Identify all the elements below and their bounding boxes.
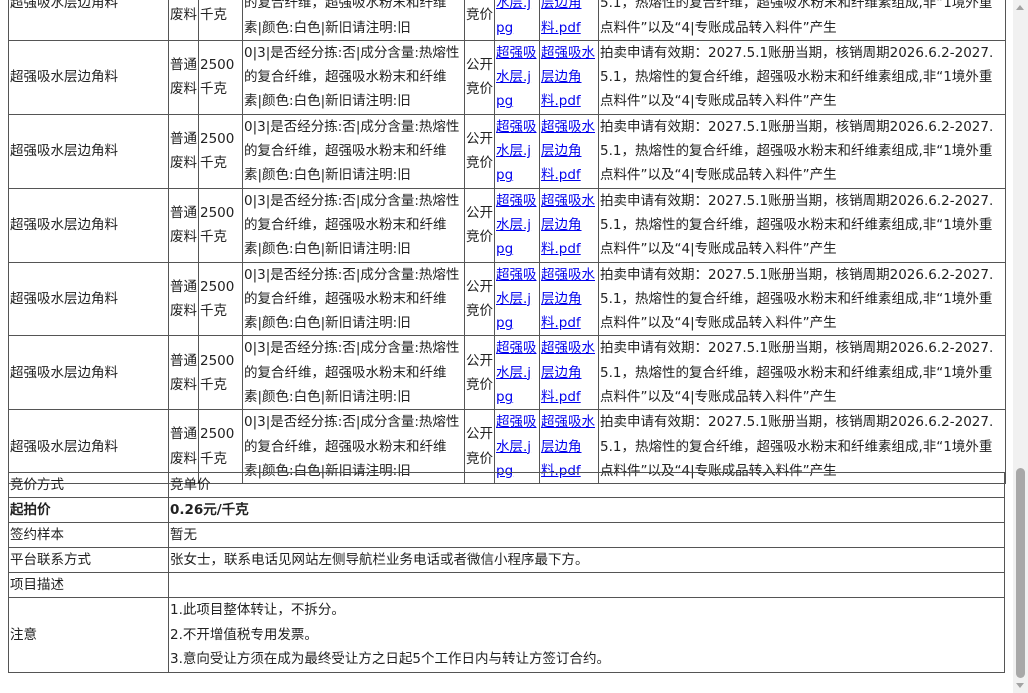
- platform-contact-row: 平台联系方式 张女士，联系电话见网站左侧导航栏业务电话或者微信小程序最下方。: [8, 547, 1005, 573]
- table-row: 超强吸水层边角料普通废料2500千克0|3|是否经分拣:否|成分含量:热熔性的复…: [8, 261, 1006, 337]
- item-quantity-cell: 2500千克: [198, 39, 243, 115]
- item-quantity-cell: 2500千克: [198, 0, 243, 41]
- item-quantity-cell: 2500千克: [198, 113, 243, 189]
- item-remark-cell: 拍卖申请有效期：2027.5.1账册当期，核销周期2026.6.2-2027.5…: [598, 0, 1006, 41]
- table-row: 超强吸水层边角料普通废料2500千克0|3|是否经分拣:否|成分含量:热熔性的复…: [8, 335, 1006, 411]
- items-table-body: 超强吸水层边角料普通废料2500千克0|3|是否经分拣:否|成分含量:热熔性的复…: [8, 0, 1006, 485]
- item-type-cell: 普通废料: [168, 335, 199, 411]
- item-type-cell: 普通废料: [168, 113, 199, 189]
- platform-contact-label: 平台联系方式: [8, 547, 169, 573]
- item-pdf-link[interactable]: 超强吸水层边角料.pdf: [541, 340, 595, 405]
- note-line-1: 1.此项目整体转让，不拆分。: [170, 602, 345, 618]
- item-method-cell: 公开竞价: [464, 187, 495, 263]
- item-image-cell: 超强吸水层.jpg: [494, 335, 540, 411]
- start-price-value: 0.26元/千克: [168, 497, 1005, 523]
- item-description-cell: 0|3|是否经分拣:否|成分含量:热熔性的复合纤维，超强吸水粉末和纤维素|颜色:…: [242, 113, 465, 189]
- notes-row: 注意 1.此项目整体转让，不拆分。 2.不开增值税专用发票。 3.意向受让方须在…: [8, 597, 1005, 673]
- table-row: 超强吸水层边角料普通废料2500千克0|3|是否经分拣:否|成分含量:热熔性的复…: [8, 113, 1006, 189]
- table-row: 超强吸水层边角料普通废料2500千克0|3|是否经分拣:否|成分含量:热熔性的复…: [8, 187, 1006, 263]
- item-description-cell: 0|3|是否经分拣:否|成分含量:热熔性的复合纤维，超强吸水粉末和纤维素|颜色:…: [242, 335, 465, 411]
- contract-sample-value: 暂无: [168, 522, 1005, 548]
- item-image-link[interactable]: 超强吸水层.jpg: [496, 45, 537, 110]
- item-image-cell: 超强吸水层.jpg: [494, 0, 540, 41]
- start-price-row: 起拍价 0.26元/千克: [8, 497, 1005, 523]
- project-description-label: 项目描述: [8, 572, 169, 598]
- item-pdf-cell: 超强吸水层边角料.pdf: [539, 335, 599, 411]
- item-pdf-cell: 超强吸水层边角料.pdf: [539, 187, 599, 263]
- item-pdf-link[interactable]: 超强吸水层边角料.pdf: [541, 267, 595, 332]
- project-description-row: 项目描述: [8, 572, 1005, 598]
- item-name-cell: 超强吸水层边角料: [8, 187, 169, 263]
- bid-method-row: 竞价方式 竞单价: [8, 472, 1005, 498]
- project-description-value: [168, 572, 1005, 598]
- item-image-link[interactable]: 超强吸水层.jpg: [496, 0, 537, 36]
- item-description-cell: 0|3|是否经分拣:否|成分含量:热熔性的复合纤维，超强吸水粉末和纤维素|颜色:…: [242, 0, 465, 41]
- item-method-cell: 公开竞价: [464, 261, 495, 337]
- item-pdf-link[interactable]: 超强吸水层边角料.pdf: [541, 45, 595, 110]
- scrollbar-thumb[interactable]: [1016, 468, 1025, 678]
- item-image-cell: 超强吸水层.jpg: [494, 261, 540, 337]
- item-type-cell: 普通废料: [168, 39, 199, 115]
- scroll-up-arrow-icon[interactable]: [1016, 5, 1024, 10]
- item-name-cell: 超强吸水层边角料: [8, 261, 169, 337]
- contract-sample-label: 签约样本: [8, 522, 169, 548]
- items-table: 超强吸水层边角料普通废料2500千克0|3|是否经分拣:否|成分含量:热熔性的复…: [8, 0, 1006, 485]
- item-image-link[interactable]: 超强吸水层.jpg: [496, 414, 537, 479]
- vertical-scrollbar[interactable]: [1013, 0, 1028, 693]
- item-pdf-cell: 超强吸水层边角料.pdf: [539, 0, 599, 41]
- item-pdf-cell: 超强吸水层边角料.pdf: [539, 261, 599, 337]
- item-description-cell: 0|3|是否经分拣:否|成分含量:热熔性的复合纤维，超强吸水粉末和纤维素|颜色:…: [242, 187, 465, 263]
- scroll-down-arrow-icon[interactable]: [1016, 683, 1024, 688]
- item-pdf-link[interactable]: 超强吸水层边角料.pdf: [541, 414, 595, 479]
- item-method-cell: 公开竞价: [464, 113, 495, 189]
- item-image-cell: 超强吸水层.jpg: [494, 39, 540, 115]
- item-description-cell: 0|3|是否经分拣:否|成分含量:热熔性的复合纤维，超强吸水粉末和纤维素|颜色:…: [242, 261, 465, 337]
- item-description-cell: 0|3|是否经分拣:否|成分含量:热熔性的复合纤维，超强吸水粉末和纤维素|颜色:…: [242, 39, 465, 115]
- notes-value: 1.此项目整体转让，不拆分。 2.不开增值税专用发票。 3.意向受让方须在成为最…: [168, 597, 1005, 673]
- item-image-link[interactable]: 超强吸水层.jpg: [496, 193, 537, 258]
- contract-sample-row: 签约样本 暂无: [8, 522, 1005, 548]
- item-pdf-link[interactable]: 超强吸水层边角料.pdf: [541, 119, 595, 184]
- item-method-cell: 公开竞价: [464, 39, 495, 115]
- item-remark-cell: 拍卖申请有效期：2027.5.1账册当期，核销周期2026.6.2-2027.5…: [598, 187, 1006, 263]
- item-image-link[interactable]: 超强吸水层.jpg: [496, 267, 537, 332]
- item-type-cell: 普通废料: [168, 0, 199, 41]
- item-name-cell: 超强吸水层边角料: [8, 113, 169, 189]
- platform-contact-value: 张女士，联系电话见网站左侧导航栏业务电话或者微信小程序最下方。: [168, 547, 1005, 573]
- item-quantity-cell: 2500千克: [198, 335, 243, 411]
- item-remark-cell: 拍卖申请有效期：2027.5.1账册当期，核销周期2026.6.2-2027.5…: [598, 335, 1006, 411]
- page-viewport: 超强吸水层边角料普通废料2500千克0|3|是否经分拣:否|成分含量:热熔性的复…: [0, 0, 1013, 693]
- item-remark-cell: 拍卖申请有效期：2027.5.1账册当期，核销周期2026.6.2-2027.5…: [598, 113, 1006, 189]
- table-row: 超强吸水层边角料普通废料2500千克0|3|是否经分拣:否|成分含量:热熔性的复…: [8, 39, 1006, 115]
- project-info-table: 竞价方式 竞单价 起拍价 0.26元/千克 签约样本 暂无 平台联系方式 张女士…: [8, 472, 1005, 673]
- item-type-cell: 普通废料: [168, 187, 199, 263]
- item-method-cell: 公开竞价: [464, 335, 495, 411]
- item-image-cell: 超强吸水层.jpg: [494, 187, 540, 263]
- item-quantity-cell: 2500千克: [198, 187, 243, 263]
- item-quantity-cell: 2500千克: [198, 261, 243, 337]
- start-price-label: 起拍价: [8, 497, 169, 523]
- item-image-link[interactable]: 超强吸水层.jpg: [496, 340, 537, 405]
- item-name-cell: 超强吸水层边角料: [8, 39, 169, 115]
- item-image-link[interactable]: 超强吸水层.jpg: [496, 119, 537, 184]
- note-line-2: 2.不开增值税专用发票。: [170, 626, 318, 643]
- item-type-cell: 普通废料: [168, 261, 199, 337]
- note-line-3: 3.意向受让方须在成为最终受让方之日起5个工作日内与转让方签订合约。: [170, 651, 610, 667]
- item-remark-cell: 拍卖申请有效期：2027.5.1账册当期，核销周期2026.6.2-2027.5…: [598, 261, 1006, 337]
- bid-method-label: 竞价方式: [8, 472, 169, 498]
- item-image-cell: 超强吸水层.jpg: [494, 113, 540, 189]
- table-row: 超强吸水层边角料普通废料2500千克0|3|是否经分拣:否|成分含量:热熔性的复…: [8, 0, 1006, 41]
- item-remark-cell: 拍卖申请有效期：2027.5.1账册当期，核销周期2026.6.2-2027.5…: [598, 39, 1006, 115]
- item-name-cell: 超强吸水层边角料: [8, 335, 169, 411]
- item-pdf-link[interactable]: 超强吸水层边角料.pdf: [541, 0, 595, 36]
- item-name-cell: 超强吸水层边角料: [8, 0, 169, 41]
- item-pdf-link[interactable]: 超强吸水层边角料.pdf: [541, 193, 595, 258]
- item-method-cell: 公开竞价: [464, 0, 495, 41]
- item-pdf-cell: 超强吸水层边角料.pdf: [539, 113, 599, 189]
- item-pdf-cell: 超强吸水层边角料.pdf: [539, 39, 599, 115]
- bid-method-value: 竞单价: [168, 472, 1005, 498]
- notes-label: 注意: [8, 597, 169, 673]
